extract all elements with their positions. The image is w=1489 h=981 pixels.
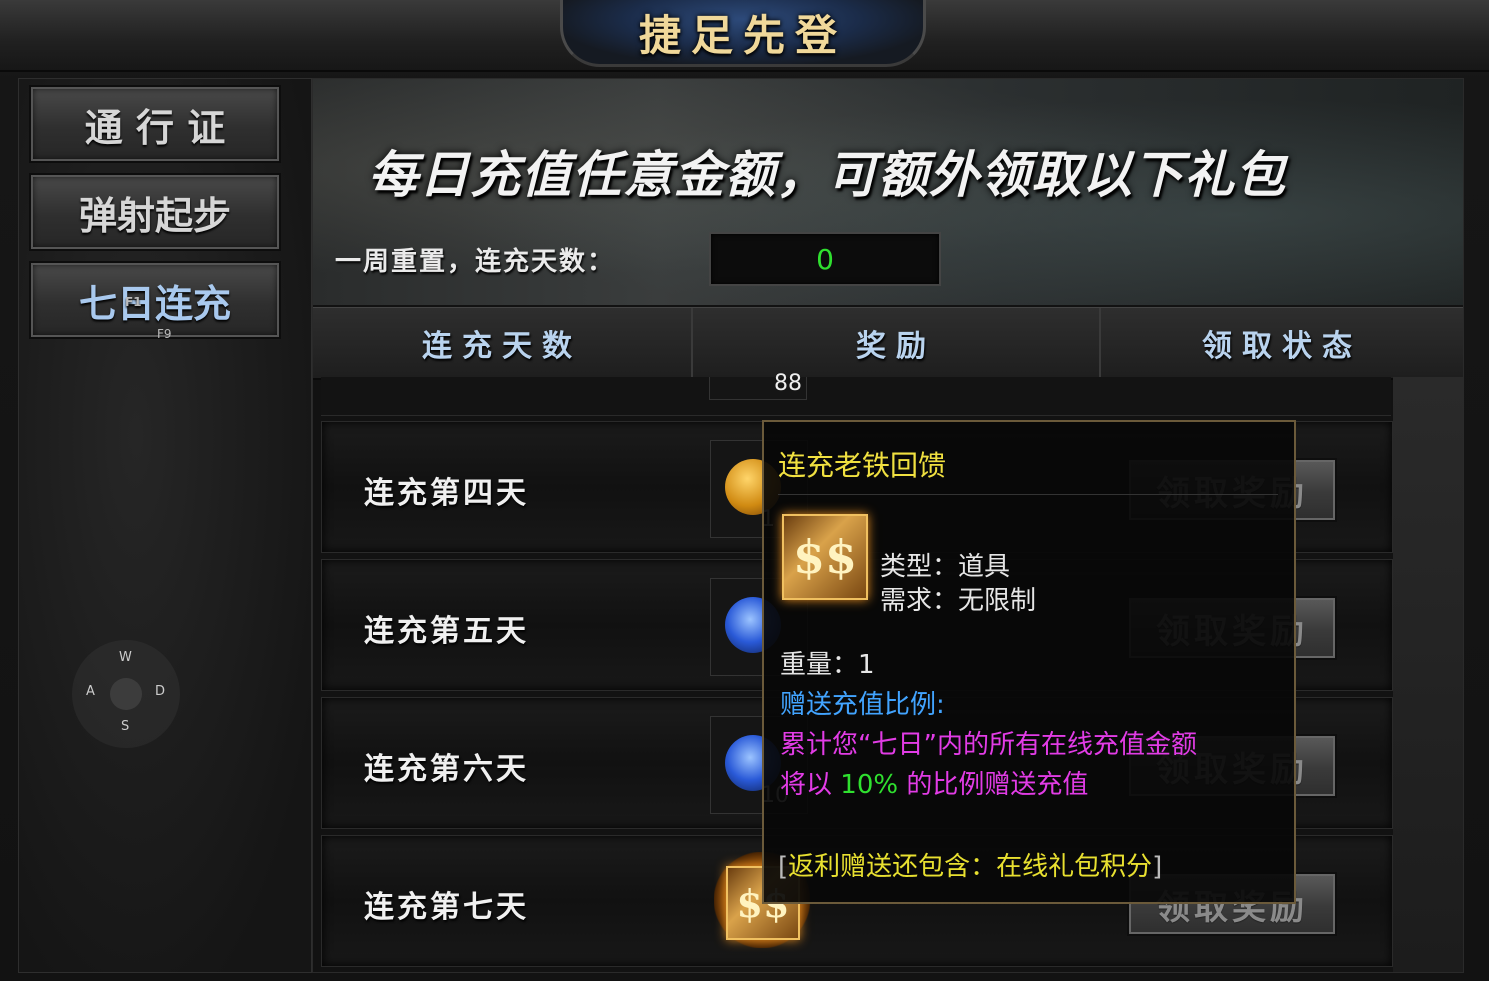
title-plate: 捷足先登: [560, 0, 926, 67]
tooltip-desc-1: 累计您“七日”内的所有在线充值金额: [780, 730, 1197, 760]
tooltip-desc-2-suffix: 的比例赠送充值: [906, 770, 1089, 800]
reward-slot: 88: [709, 371, 807, 400]
dpad-down-label: S: [121, 719, 130, 734]
table-row-partial: 88: [321, 371, 1391, 416]
top-bar: 捷足先登: [0, 0, 1489, 72]
reward-qty: 88: [774, 371, 802, 396]
tab-launch[interactable]: 弹射起步: [29, 173, 281, 251]
tooltip-requirement: 需求：无限制: [880, 586, 1037, 616]
window-title: 捷足先登: [638, 10, 847, 60]
tooltip-divider: [778, 494, 1278, 495]
dpad-left-label: A: [86, 684, 95, 699]
dpad-center: [110, 678, 142, 710]
streak-count: 0: [709, 232, 941, 286]
tooltip-desc-2-prefix: 将以: [780, 770, 833, 800]
header-status: 领取状态: [1202, 329, 1362, 364]
banner-headline: 每日充值任意金额，可额外领取以下礼包: [368, 145, 1286, 204]
tooltip-ratio-label: 赠送充值比例:: [780, 690, 945, 720]
tooltip-title: 连充老铁回馈: [778, 449, 947, 482]
reset-label: 一周重置，连充天数：: [335, 247, 616, 277]
header-days: 连充天数: [313, 308, 693, 378]
tab-launch-label: 弹射起步: [78, 192, 231, 238]
tab-seven-day-label: 七日连充: [78, 280, 231, 326]
game-window: 捷足先登 通 行 证 弹射起步 七日连充 F1 F9 W A D S 每日充值任…: [0, 0, 1489, 981]
tab-pass[interactable]: 通 行 证: [29, 85, 281, 163]
dollar-item-icon: $$: [782, 514, 868, 600]
row-label: 连充第七天: [364, 890, 529, 925]
header-reward: 奖励: [693, 308, 1101, 378]
tooltip-desc-2: 将以 10% 的比例赠送充值: [780, 764, 1088, 801]
item-tooltip: 连充老铁回馈 $$ 类型：道具 需求：无限制 重量：1 赠送充值比例: 累计您“…: [762, 420, 1296, 904]
tooltip-weight: 重量：1: [780, 650, 875, 680]
sidebar: 通 行 证 弹射起步 七日连充 F1 F9: [18, 78, 312, 973]
row-label: 连充第五天: [364, 614, 529, 649]
tab-pass-label: 通 行 证: [84, 104, 226, 150]
footer-bracket-open: [: [778, 852, 789, 882]
tooltip-footer: [返利赠送还包含：在线礼包积分]: [778, 846, 1162, 883]
footer-text: 返利赠送还包含：在线礼包积分: [788, 852, 1153, 882]
row-label: 连充第六天: [364, 752, 529, 787]
movement-dpad[interactable]: W A D S: [72, 640, 180, 748]
tooltip-type: 类型：道具: [880, 552, 1011, 582]
tooltip-percent: 10%: [840, 770, 899, 800]
banner: 每日充值任意金额，可额外领取以下礼包 一周重置，连充天数： 0: [313, 79, 1463, 305]
hotkey-f9: F9: [157, 327, 172, 341]
tab-seven-day[interactable]: 七日连充 F1: [29, 261, 281, 339]
table-header: 连充天数 奖励 领取状态: [313, 307, 1463, 380]
row-label: 连充第四天: [364, 476, 529, 511]
hotkey-f1: F1: [125, 295, 142, 309]
dpad-right-label: D: [155, 684, 166, 699]
scroll-track[interactable]: [1393, 377, 1463, 972]
footer-bracket-close: ]: [1152, 852, 1163, 882]
dpad-up-label: W: [119, 650, 132, 665]
